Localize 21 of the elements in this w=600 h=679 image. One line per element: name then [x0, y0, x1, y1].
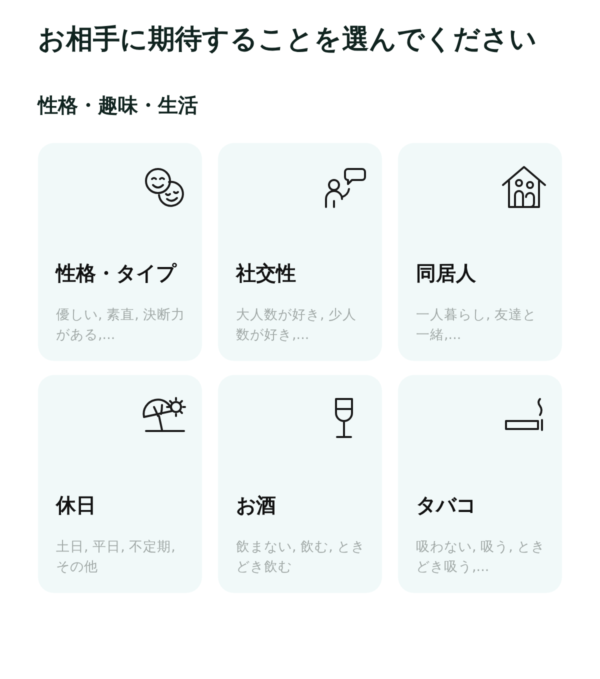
- page-title: お相手に期待することを選んでください: [38, 23, 538, 57]
- category-card[interactable]: お酒 飲まない, 飲む, ときどき飲む: [218, 375, 382, 593]
- card-title: タバコ: [416, 492, 477, 519]
- house-people-icon: [500, 163, 548, 211]
- card-description: 優しい, 素直, 決断力がある,...: [56, 306, 186, 345]
- card-title: お酒: [236, 492, 277, 519]
- section-heading: 性格・趣味・生活: [38, 92, 199, 119]
- category-card[interactable]: タバコ 吸わない, 吸う, ときどき吸う,...: [398, 375, 562, 593]
- card-title: 社交性: [236, 260, 297, 287]
- card-title: 同居人: [416, 260, 477, 287]
- category-card[interactable]: 休日 土日, 平日, 不定期, その他: [38, 375, 202, 593]
- card-description: 大人数が好き, 少人数が好き,...: [236, 306, 358, 345]
- card-title: 休日: [56, 492, 97, 519]
- card-title: 性格・タイプ: [56, 260, 178, 287]
- category-card[interactable]: 社交性 大人数が好き, 少人数が好き,...: [218, 143, 382, 361]
- category-card[interactable]: 同居人 一人暮らし, 友達と一緒,...: [398, 143, 562, 361]
- card-description: 吸わない, 吸う, ときどき吸う,...: [416, 538, 546, 577]
- card-description: 飲まない, 飲む, ときどき飲む: [236, 538, 366, 577]
- card-description: 土日, 平日, 不定期, その他: [56, 538, 176, 577]
- card-description: 一人暮らし, 友達と一緒,...: [416, 306, 538, 345]
- category-card[interactable]: 性格・タイプ 優しい, 素直, 決断力がある,...: [38, 143, 202, 361]
